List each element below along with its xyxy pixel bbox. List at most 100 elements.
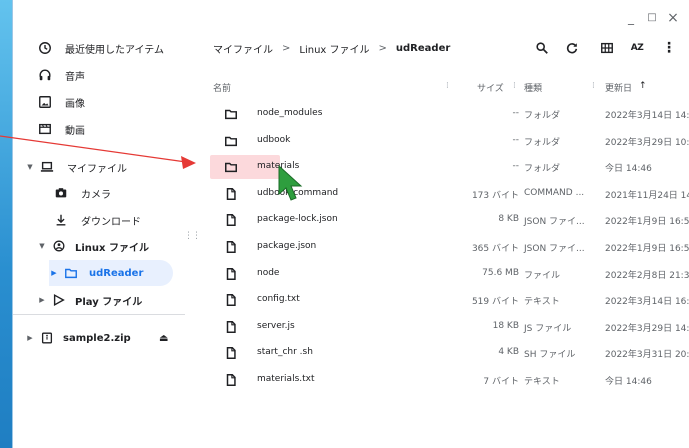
caret-right-icon[interactable]: ▶ bbox=[25, 334, 35, 342]
grid-view-button[interactable] bbox=[596, 38, 618, 58]
header-name[interactable]: 名前 bbox=[213, 81, 231, 94]
file-name: server.js bbox=[257, 320, 295, 331]
table-row[interactable]: materials.txt 7 バイト テキスト 今日 14:46 bbox=[199, 367, 689, 393]
header-type[interactable]: 種類 bbox=[524, 81, 542, 94]
sidebar-item-camera[interactable]: カメラ bbox=[53, 180, 111, 206]
file-icon bbox=[224, 187, 238, 201]
sidebar-item-images[interactable]: 画像 bbox=[37, 89, 85, 115]
sidebar-item-udreader[interactable]: ▶ udReader bbox=[49, 260, 173, 286]
sidebar-item-videos[interactable]: 動画 bbox=[37, 116, 85, 142]
sidebar-item-label: 画像 bbox=[65, 98, 85, 110]
column-resize-handle[interactable]: ⁞ bbox=[592, 81, 595, 91]
caret-down-icon[interactable]: ▼ bbox=[37, 242, 47, 250]
file-size: 18 KB bbox=[492, 320, 519, 331]
sidebar-item-play-files[interactable]: ▶ Play ファイル bbox=[37, 287, 142, 313]
sidebar: 最近使用したアイテム 音声 画像 動画 ▼ マイファイル カメラ ダウンロード … bbox=[13, 34, 201, 448]
file-name: package.json bbox=[257, 241, 317, 251]
close-button[interactable]: × bbox=[664, 9, 682, 27]
file-type: COMMAND ... bbox=[524, 187, 585, 198]
download-icon bbox=[53, 212, 69, 228]
table-row[interactable]: udbook.command 173 バイト COMMAND ... 2021年11月… bbox=[199, 181, 689, 207]
sort-label: AZ bbox=[630, 43, 644, 53]
file-date: 2022年2月8日 21:33 bbox=[605, 270, 689, 281]
sidebar-item-label: ダウンロード bbox=[81, 216, 141, 228]
caret-right-icon[interactable]: ▶ bbox=[37, 296, 47, 304]
more-vert-icon: ⋮ bbox=[662, 40, 676, 56]
file-date: 2022年3月14日 16:59 bbox=[605, 297, 689, 308]
sidebar-item-my-files[interactable]: ▼ マイファイル bbox=[25, 154, 127, 180]
caret-right-icon[interactable]: ▶ bbox=[49, 269, 59, 277]
sort-button[interactable]: AZ bbox=[626, 38, 648, 58]
table-row[interactable]: start_chr .sh 4 KB SH ファイル 2022年3月31日 20:34 bbox=[199, 340, 689, 366]
file-icon bbox=[224, 293, 238, 307]
table-row[interactable]: node 75.6 MB ファイル 2022年2月8日 21:33 bbox=[199, 261, 689, 287]
sidebar-resize-handle[interactable]: ⋮⋮ bbox=[184, 232, 201, 241]
sidebar-item-linux-files[interactable]: ▼ Linux ファイル bbox=[37, 233, 149, 259]
breadcrumb-separator: > bbox=[282, 43, 291, 54]
file-date: 2022年1月9日 16:57 bbox=[605, 244, 689, 254]
file-type: フォルダ bbox=[524, 164, 561, 175]
file-date: 2021年11月24日 14:51 bbox=[605, 190, 689, 201]
eject-icon[interactable]: ⏏ bbox=[159, 333, 168, 344]
minimize-button[interactable]: _ bbox=[622, 9, 640, 27]
table-row[interactable]: config.txt 519 バイトテキスト 2022年3月14日 16:59 bbox=[199, 287, 689, 313]
file-type: フォルダ bbox=[524, 137, 561, 148]
sidebar-item-label: 動画 bbox=[65, 125, 85, 137]
main-content: マイファイル > Linux ファイル > udReader AZ ⋮ 名前 ⁞… bbox=[199, 34, 689, 448]
sidebar-item-sample2-zip[interactable]: ▶ sample2.zip ⏏ bbox=[25, 325, 175, 351]
table-row[interactable]: package-lock.json 8 KB JSON ファイ... 2022年1月9… bbox=[199, 207, 689, 233]
sort-arrow-icon[interactable]: ↑ bbox=[639, 81, 647, 91]
file-name: materials.txt bbox=[257, 374, 315, 384]
sidebar-item-label: Play ファイル bbox=[75, 296, 143, 308]
sidebar-divider bbox=[13, 314, 185, 315]
breadcrumb-current[interactable]: udReader bbox=[396, 43, 450, 54]
sidebar-item-audio[interactable]: 音声 bbox=[37, 62, 85, 88]
file-name: package-lock.json bbox=[257, 214, 338, 225]
file-date: 2022年3月14日 14:10 bbox=[605, 111, 689, 121]
file-icon bbox=[224, 346, 238, 360]
sidebar-item-downloads[interactable]: ダウンロード bbox=[53, 207, 141, 233]
file-icon bbox=[224, 373, 238, 387]
cursor-arrow-icon bbox=[278, 164, 303, 201]
breadcrumb-separator: > bbox=[378, 43, 387, 54]
file-size: -- bbox=[512, 134, 520, 145]
maximize-button[interactable]: □ bbox=[643, 9, 661, 27]
file-name: udbook bbox=[257, 134, 291, 145]
file-size: 7 バイト bbox=[483, 377, 519, 387]
file-date: 今日 14:46 bbox=[605, 164, 652, 175]
header-size[interactable]: サイズ bbox=[477, 81, 504, 94]
file-type: フォルダ bbox=[524, 111, 561, 121]
folder-icon bbox=[224, 160, 238, 174]
search-button[interactable] bbox=[531, 38, 553, 58]
column-resize-handle[interactable]: ⁞ bbox=[513, 81, 516, 91]
more-menu-button[interactable]: ⋮ bbox=[658, 38, 680, 58]
caret-down-icon[interactable]: ▼ bbox=[25, 163, 35, 171]
file-date: 2022年3月29日 14:45 bbox=[605, 323, 689, 334]
file-icon bbox=[224, 213, 238, 227]
breadcrumb: マイファイル > Linux ファイル > udReader bbox=[213, 41, 450, 56]
folder-icon bbox=[224, 107, 238, 121]
clock-icon bbox=[37, 40, 53, 56]
sidebar-item-label: udReader bbox=[89, 267, 144, 279]
file-icon bbox=[224, 240, 238, 254]
file-name: node_modules bbox=[257, 108, 323, 118]
table-row[interactable]: node_modules -- フォルダ 2022年3月14日 14:10 bbox=[199, 101, 689, 127]
table-row[interactable]: server.js 18 KB JS ファイル 2022年3月29日 14:45 bbox=[199, 314, 689, 340]
table-row[interactable]: udbook -- フォルダ 2022年3月29日 10:58 bbox=[199, 128, 689, 154]
file-size: 8 KB bbox=[498, 214, 519, 225]
header-date[interactable]: 更新日 bbox=[605, 81, 632, 94]
file-name: node bbox=[257, 267, 280, 278]
file-date: 2022年1月9日 16:57 bbox=[605, 217, 689, 228]
refresh-button[interactable] bbox=[561, 38, 583, 58]
folder-icon bbox=[224, 134, 238, 148]
file-date: 2022年3月29日 10:58 bbox=[605, 137, 689, 148]
sidebar-item-label: Linux ファイル bbox=[75, 242, 149, 254]
sidebar-item-recent[interactable]: 最近使用したアイテム bbox=[37, 35, 164, 61]
file-type: テキスト bbox=[524, 297, 560, 308]
breadcrumb-item[interactable]: マイファイル bbox=[213, 41, 273, 56]
file-type: テキスト bbox=[524, 377, 560, 387]
breadcrumb-item[interactable]: Linux ファイル bbox=[299, 41, 369, 56]
table-row[interactable]: materials -- フォルダ 今日 14:46 bbox=[199, 154, 689, 180]
table-row[interactable]: package.json 365 バイト JSON ファイ... 2022年1月9日 … bbox=[199, 234, 689, 260]
column-resize-handle[interactable]: ⁞ bbox=[446, 81, 449, 91]
